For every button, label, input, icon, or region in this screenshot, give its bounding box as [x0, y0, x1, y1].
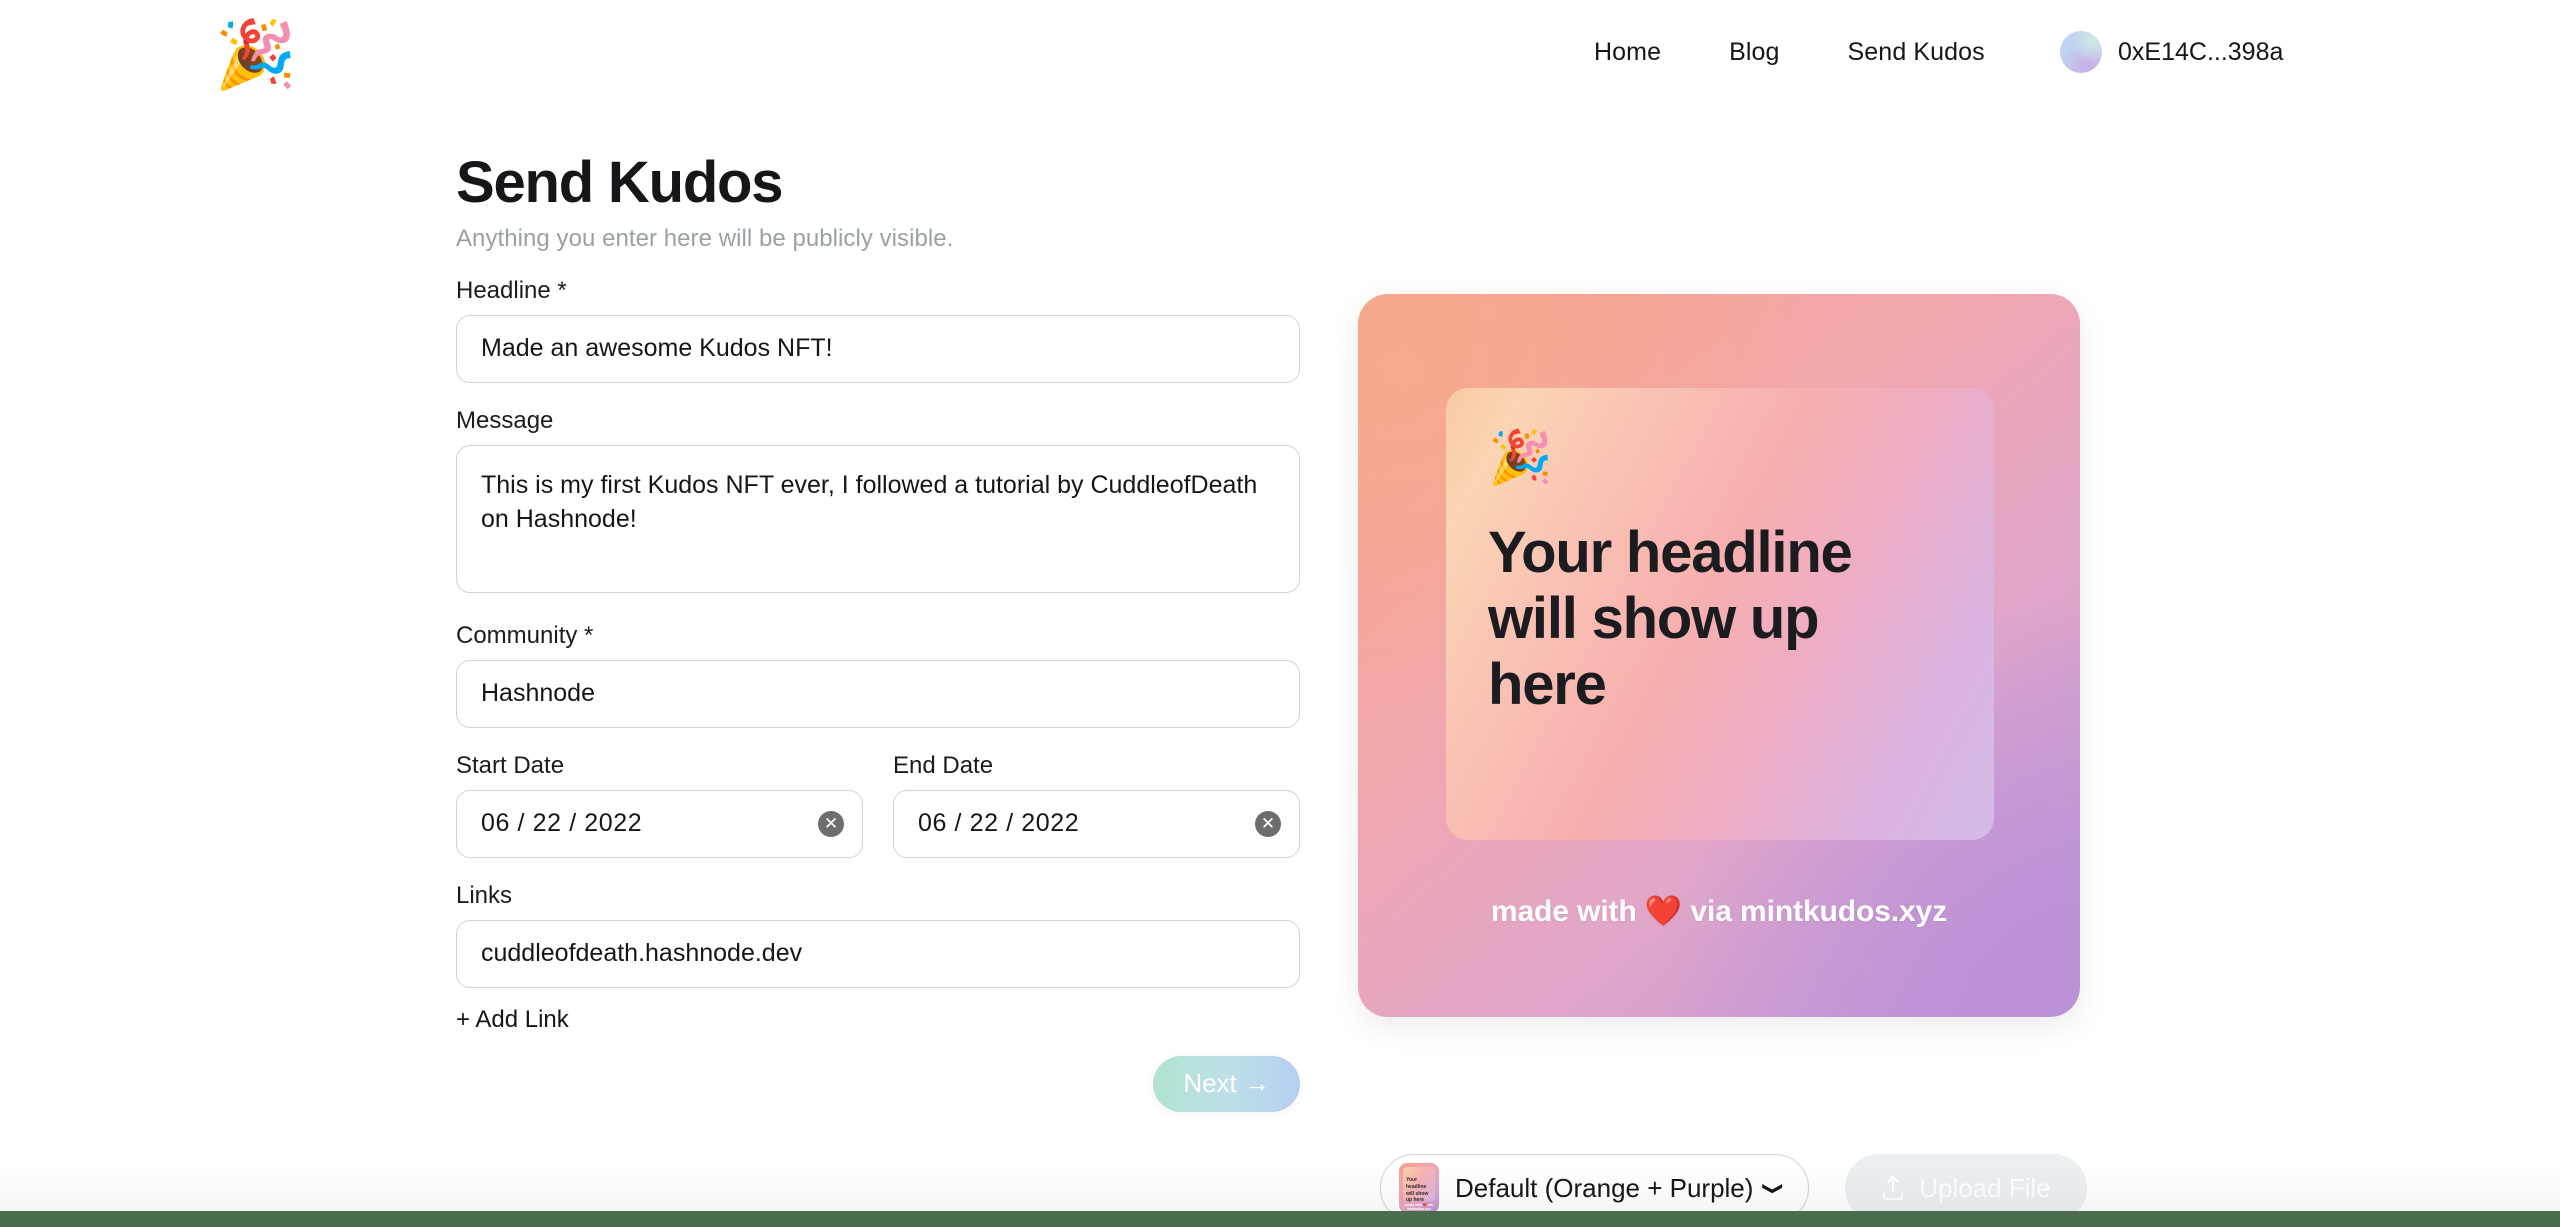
avatar: [2060, 31, 2102, 73]
end-date-field: End Date 06 / 22 / 2022 ✕: [893, 752, 1300, 858]
footer-bar: [0, 1211, 2560, 1227]
community-label: Community *: [456, 621, 594, 649]
links-label: Links: [456, 881, 513, 909]
chevron-down-icon: ❯: [1762, 1180, 1785, 1196]
start-date-input[interactable]: 06 / 22 / 2022 ✕: [456, 789, 863, 858]
theme-thumbnail-footer: made with ❤️ via mintkudos.xyz: [1405, 1203, 1433, 1211]
clear-circle-x-icon[interactable]: ✕: [1255, 810, 1281, 837]
headline-label: Headline *: [456, 276, 567, 304]
kudos-preview: 🎉 Your headline will show up here made w…: [1358, 294, 2080, 1017]
kudos-card-footer: made with ❤️ via mintkudos.xyz: [1490, 895, 1948, 928]
wallet-address: 0xE14C...398a: [2118, 37, 2284, 66]
primary-nav: Home Blog Send Kudos: [1560, 0, 2019, 104]
nav-link-send-kudos[interactable]: Send Kudos: [1814, 38, 2019, 67]
headline-input[interactable]: Made an awesome Kudos NFT!: [456, 314, 1300, 383]
kudos-card: 🎉 Your headline will show up here made w…: [1358, 294, 2080, 1017]
message-field: Message: [456, 407, 1300, 598]
theme-thumbnail-headline: Your headline will show up here: [1406, 1177, 1429, 1204]
upload-file-label: Upload File: [1919, 1172, 2051, 1203]
community-field: Community * Hashnode: [456, 622, 1300, 728]
page-subtitle: Anything you enter here will be publicly…: [456, 224, 954, 252]
headline-field: Headline * Made an awesome Kudos NFT!: [456, 277, 1300, 383]
links-input[interactable]: cuddleofdeath.hashnode.dev: [456, 919, 1300, 988]
community-input[interactable]: Hashnode: [456, 659, 1300, 728]
links-field: Links cuddleofdeath.hashnode.dev: [456, 882, 1300, 988]
upload-icon: [1883, 1176, 1904, 1200]
start-date-field: Start Date 06 / 22 / 2022 ✕: [456, 752, 863, 858]
start-date-value: 06 / 22 / 2022: [481, 809, 643, 838]
next-button[interactable]: Next →: [1153, 1055, 1300, 1112]
end-date-label: End Date: [893, 751, 994, 779]
party-popper-icon[interactable]: 🎉: [210, 8, 302, 100]
top-navbar: 🎉 Home Blog Send Kudos 0xE14C...398a: [0, 0, 2560, 104]
kudos-headline-placeholder: Your headline will show up here: [1488, 520, 1853, 718]
kudos-form: Send Kudos Anything you enter here will …: [456, 150, 1300, 1112]
clear-circle-x-icon[interactable]: ✕: [818, 810, 844, 837]
party-popper-icon: 🎉: [1488, 429, 1553, 487]
nav-link-home[interactable]: Home: [1560, 38, 1695, 67]
message-input[interactable]: [456, 444, 1300, 593]
date-range-row: Start Date 06 / 22 / 2022 ✕ End Date 06 …: [456, 752, 1300, 858]
end-date-value: 06 / 22 / 2022: [918, 809, 1080, 838]
page-body: Send Kudos Anything you enter here will …: [0, 104, 2560, 1222]
kudos-card-inner: 🎉 Your headline will show up here: [1446, 388, 1994, 840]
theme-select-label: Default (Orange + Purple): [1455, 1172, 1754, 1203]
theme-thumbnail-icon: Your headline will show up here made wit…: [1399, 1163, 1439, 1213]
add-link-button[interactable]: + Add Link: [456, 1006, 569, 1034]
page-title: Send Kudos: [456, 150, 784, 215]
end-date-input[interactable]: 06 / 22 / 2022 ✕: [893, 789, 1300, 858]
account-menu[interactable]: 0xE14C...398a: [2060, 0, 2283, 104]
message-label: Message: [456, 406, 554, 434]
nav-link-blog[interactable]: Blog: [1695, 38, 1813, 67]
start-date-label: Start Date: [456, 751, 565, 779]
next-button-row: Next →: [456, 1055, 1300, 1112]
